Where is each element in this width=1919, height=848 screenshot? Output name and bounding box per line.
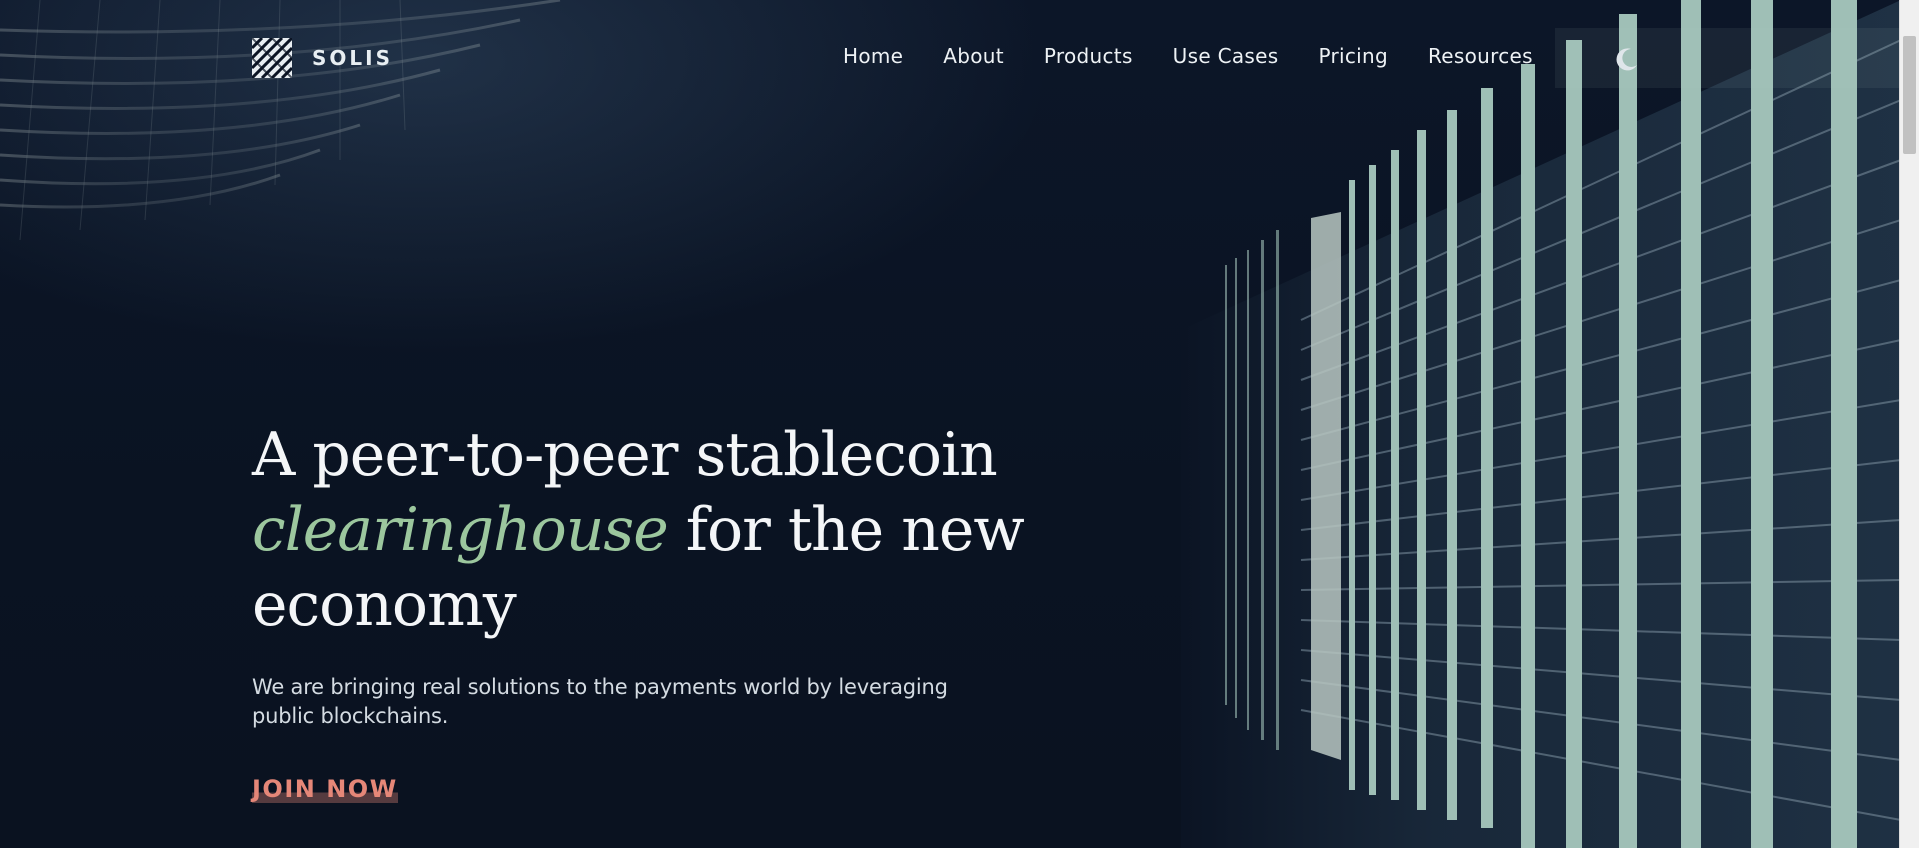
- nav-home[interactable]: Home: [843, 44, 903, 68]
- scrollbar-thumb[interactable]: [1903, 36, 1916, 154]
- hero-headline: A peer-to-peer stablecoin clearinghouse f…: [252, 418, 1052, 643]
- header-glass-panel: [1555, 28, 1900, 88]
- moon-icon[interactable]: [1614, 46, 1640, 72]
- headline-line-1: A peer-to-peer stablecoin: [252, 420, 998, 490]
- headline-accent-word: clearinghouse: [252, 495, 669, 565]
- nav-pricing[interactable]: Pricing: [1318, 44, 1388, 68]
- landing-page: SOLIS Home About Products Use Cases Pric…: [0, 0, 1919, 848]
- nav-products[interactable]: Products: [1044, 44, 1133, 68]
- brand-logo[interactable]: SOLIS: [252, 38, 393, 78]
- nav-about[interactable]: About: [943, 44, 1004, 68]
- brand-name: SOLIS: [312, 46, 393, 70]
- nav-use-cases[interactable]: Use Cases: [1173, 44, 1279, 68]
- building-facade-image: [1181, 0, 1901, 848]
- vertical-scrollbar[interactable]: [1899, 0, 1919, 848]
- site-header: SOLIS Home About Products Use Cases Pric…: [0, 28, 1900, 88]
- woven-square-logo-icon: [252, 38, 292, 78]
- hero-section: A peer-to-peer stablecoin clearinghouse f…: [252, 418, 1052, 803]
- join-now-button[interactable]: JOIN NOW: [252, 775, 398, 803]
- hero-subtext: We are bringing real solutions to the pa…: [252, 675, 948, 728]
- nav-resources[interactable]: Resources: [1428, 44, 1533, 68]
- main-nav: Home About Products Use Cases Pricing Re…: [843, 44, 1573, 68]
